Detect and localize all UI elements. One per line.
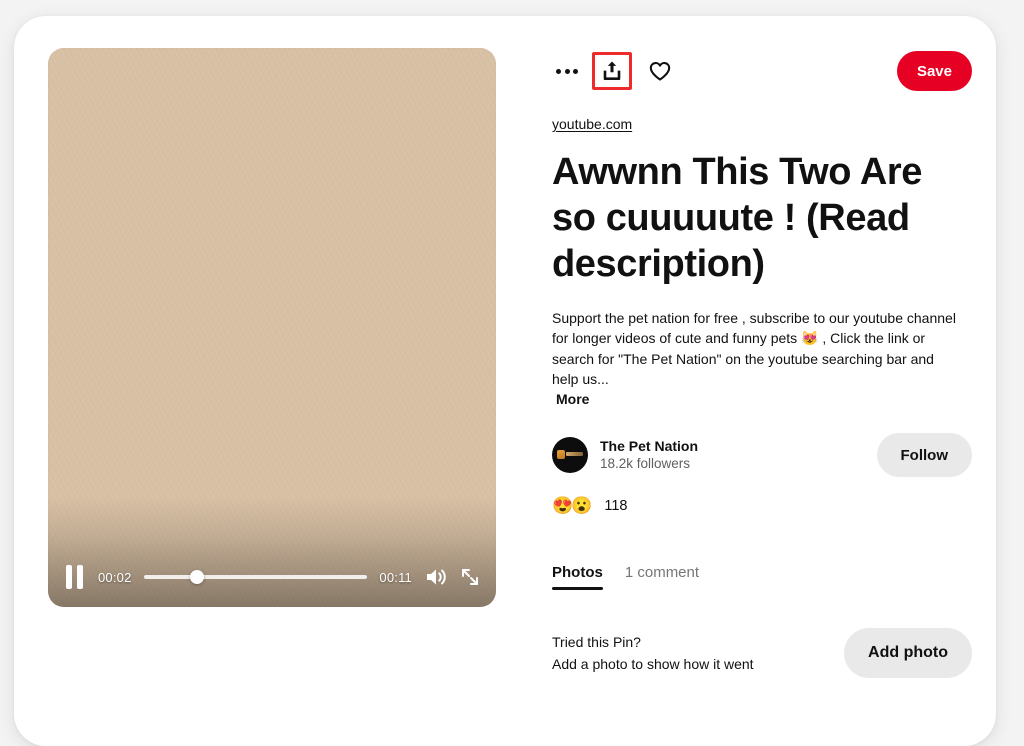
pin-media-column: 00:02 00:11: [48, 48, 496, 607]
creator-name[interactable]: The Pet Nation: [600, 437, 698, 456]
pin-detail-column: Save youtube.com Awwnn This Two Are so c…: [552, 48, 972, 746]
scrubber-handle[interactable]: [190, 570, 205, 584]
fullscreen-icon[interactable]: [460, 567, 480, 587]
save-button[interactable]: Save: [896, 51, 972, 91]
heart-eyes-emoji-icon: 😍: [552, 496, 574, 516]
source-domain-link[interactable]: youtube.com: [552, 116, 632, 132]
add-photo-button[interactable]: Add photo: [844, 628, 972, 679]
pin-action-bar: Save: [552, 48, 972, 94]
tried-question: Tried this Pin?: [552, 633, 641, 650]
scrubber-track: [143, 575, 368, 579]
video-player[interactable]: 00:02 00:11: [48, 48, 496, 607]
creator-meta: The Pet Nation 18.2k followers: [600, 437, 698, 474]
tried-this-pin-row: Tried this Pin? Add a photo to show how …: [552, 628, 972, 679]
follow-button[interactable]: Follow: [876, 433, 972, 478]
tried-prompt: Add a photo to show how it went: [552, 655, 754, 672]
more-options-icon[interactable]: [552, 63, 582, 80]
creator-row: The Pet Nation 18.2k followers Follow: [552, 431, 972, 479]
favorite-heart-icon[interactable]: [642, 54, 678, 88]
reactions-row[interactable]: 😍 😮 118: [552, 497, 972, 514]
tab-comments[interactable]: 1 comment: [625, 564, 699, 590]
pin-description: Support the pet nation for free , subscr…: [552, 309, 956, 387]
video-controls-bar: 00:02 00:11: [48, 547, 496, 607]
creator-follower-count: 18.2k followers: [600, 456, 691, 472]
creator-avatar[interactable]: [552, 437, 588, 474]
pause-icon[interactable]: [66, 565, 86, 589]
share-button[interactable]: [592, 52, 632, 90]
reaction-count: 118: [604, 497, 628, 514]
tried-this-pin-text: Tried this Pin? Add a photo to show how …: [552, 633, 754, 674]
pin-detail-card: 00:02 00:11 Save youtube.com Awwnn This …: [14, 16, 996, 746]
video-current-time: 00:02: [98, 569, 132, 585]
video-progress-scrubber[interactable]: [143, 568, 368, 586]
detail-tabs: Photos 1 comment: [552, 564, 972, 591]
volume-icon[interactable]: [424, 566, 448, 588]
video-duration: 00:11: [379, 569, 412, 585]
description-more-link[interactable]: More: [556, 391, 972, 407]
tab-photos[interactable]: Photos: [552, 564, 603, 591]
pin-title: Awwnn This Two Are so cuuuuute ! (Read d…: [552, 151, 922, 285]
wow-face-emoji-icon: 😮: [571, 496, 593, 516]
